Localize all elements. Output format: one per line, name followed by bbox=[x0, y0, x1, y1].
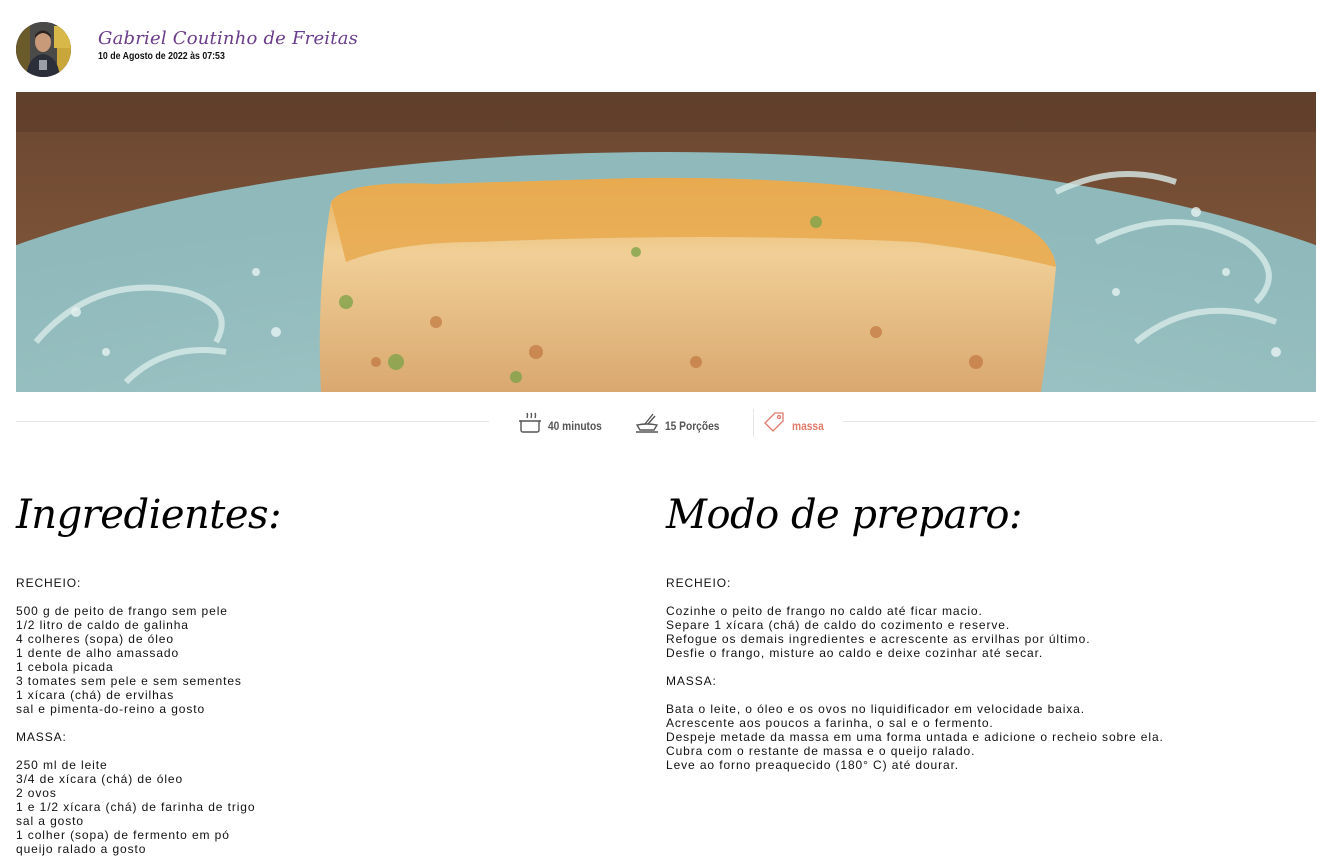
ingredient-line: 1 colher (sopa) de fermento em pó bbox=[16, 828, 230, 842]
author-header: Gabriel Coutinho de Freitas 10 de Agosto… bbox=[16, 21, 358, 77]
portions-text: 15 Porções bbox=[665, 419, 720, 433]
recipe-page: Gabriel Coutinho de Freitas 10 de Agosto… bbox=[0, 0, 1332, 866]
author-avatar[interactable] bbox=[16, 21, 71, 77]
preparation-step: Separe 1 xícara (chá) de caldo do cozime… bbox=[666, 618, 1011, 632]
preparation-step: Bata o leite, o óleo e os ovos no liquid… bbox=[666, 702, 1085, 716]
preparation-body: RECHEIO: Cozinhe o peito de frango no ca… bbox=[666, 576, 1316, 772]
preparation-title: Modo de preparo: bbox=[666, 492, 1022, 538]
prep-time-text: 40 minutos bbox=[548, 419, 602, 433]
post-date: 10 de Agosto de 2022 às 07:53 bbox=[98, 51, 225, 62]
preparation-step: Acrescente aos poucos a farinha, o sal e… bbox=[666, 716, 994, 730]
meta-divider-right bbox=[843, 421, 1316, 422]
preparation-column: Modo de preparo: RECHEIO: Cozinhe o peit… bbox=[666, 482, 1316, 772]
ingredient-line: 1 dente de alho amassado bbox=[16, 646, 180, 660]
tag-text[interactable]: massa bbox=[792, 419, 824, 433]
ingredients-section-heading: MASSA: bbox=[16, 730, 67, 744]
ingredient-line: 1 cebola picada bbox=[16, 660, 114, 674]
recipe-photo bbox=[16, 92, 1316, 392]
ingredient-line: 3/4 de xícara (chá) de óleo bbox=[16, 772, 184, 786]
ingredient-line: 500 g de peito de frango sem pele bbox=[16, 604, 228, 618]
preparation-step: Leve ao forno preaquecido (180° C) até d… bbox=[666, 758, 960, 772]
ingredient-line: 250 ml de leite bbox=[16, 758, 108, 772]
ingredient-line: 2 ovos bbox=[16, 786, 57, 800]
preparation-step: Desfie o frango, misture ao caldo e deix… bbox=[666, 646, 1044, 660]
portions: 15 Porções bbox=[635, 412, 729, 434]
preparation-section-heading: RECHEIO: bbox=[666, 576, 732, 590]
ingredients-title: Ingredientes: bbox=[16, 492, 282, 538]
ingredients-body: RECHEIO: 500 g de peito de frango sem pe… bbox=[16, 576, 636, 856]
ingredient-line: queijo ralado a gosto bbox=[16, 842, 147, 856]
ingredient-line: 1/2 litro de caldo de galinha bbox=[16, 618, 189, 632]
ingredients-section-heading: RECHEIO: bbox=[16, 576, 82, 590]
ingredient-line: 4 colheres (sopa) de óleo bbox=[16, 632, 174, 646]
ingredient-line: sal e pimenta-do-reino a gosto bbox=[16, 702, 206, 716]
author-name[interactable]: Gabriel Coutinho de Freitas bbox=[98, 28, 358, 50]
ingredient-line: sal a gosto bbox=[16, 814, 84, 828]
tag-divider bbox=[753, 409, 755, 437]
pot-icon bbox=[519, 412, 541, 433]
ingredient-line: 1 xícara (chá) de ervilhas bbox=[16, 688, 175, 702]
preparation-step: Cubra com o restante de massa e o queijo… bbox=[666, 744, 976, 758]
ingredient-line: 1 e 1/2 xícara (chá) de farinha de trigo bbox=[16, 800, 256, 814]
preparation-section-heading: MASSA: bbox=[666, 674, 717, 688]
preparation-step: Cozinhe o peito de frango no caldo até f… bbox=[666, 604, 983, 618]
ingredient-line: 3 tomates sem pele e sem sementes bbox=[16, 674, 242, 688]
preparation-step: Despeje metade da massa em uma forma unt… bbox=[666, 730, 1164, 744]
preparation-step: Refogue os demais ingredientes e acresce… bbox=[666, 632, 1091, 646]
recipe-meta: 40 minutos 15 Porções massa bbox=[518, 408, 854, 438]
serving-dish-icon bbox=[636, 413, 659, 433]
prep-time: 40 minutos bbox=[518, 412, 611, 434]
meta-divider-left bbox=[16, 421, 489, 422]
ingredients-column: Ingredientes: RECHEIO: 500 g de peito de… bbox=[16, 482, 636, 856]
tag-icon bbox=[764, 412, 785, 432]
tag-massa[interactable]: massa bbox=[762, 411, 829, 435]
